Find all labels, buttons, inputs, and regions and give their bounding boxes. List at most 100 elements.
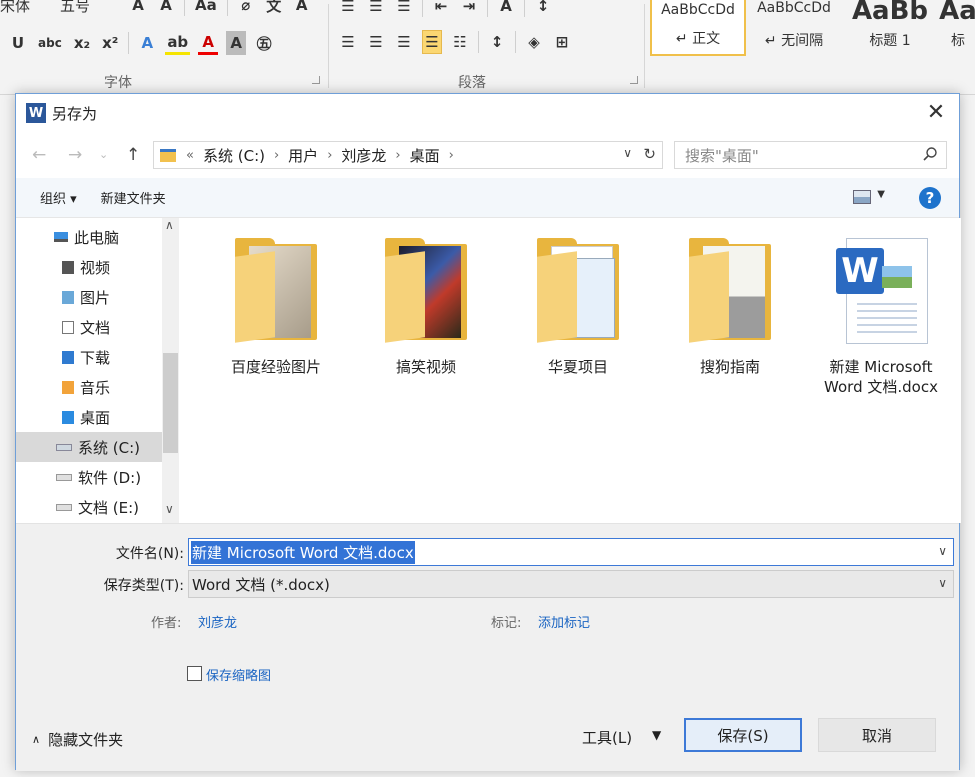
breadcrumb-item[interactable]: 用户 xyxy=(283,145,323,166)
style-normal[interactable]: AaBbCcDd ↵ 正文 xyxy=(650,0,746,56)
char-border-icon[interactable]: A xyxy=(292,0,312,17)
decrease-indent-icon[interactable]: ⇤ xyxy=(431,0,451,18)
align-center-icon[interactable]: ☰ xyxy=(366,30,386,54)
search-icon[interactable] xyxy=(922,146,938,162)
recent-locations-icon[interactable]: ⌄ xyxy=(99,148,108,161)
nav-item-this-pc[interactable]: 此电脑 xyxy=(16,222,164,252)
nav-item-drive-c[interactable]: 系统 (C:) xyxy=(16,432,164,462)
borders-icon[interactable]: ⊞ xyxy=(552,30,572,54)
clear-format-icon[interactable]: ⌀ xyxy=(236,0,256,17)
font-name-box[interactable]: 宋体 xyxy=(0,0,52,16)
nav-item-drive-d[interactable]: 软件 (D:) xyxy=(16,462,164,492)
chevron-down-icon[interactable]: ∨ xyxy=(938,544,947,558)
line-spacing-icon[interactable]: ↕ xyxy=(487,30,507,54)
chinese-layout-icon[interactable]: A xyxy=(496,0,516,18)
bullets-icon[interactable]: ☰ xyxy=(338,0,358,18)
nav-item-desktop[interactable]: 桌面 xyxy=(16,402,164,432)
file-item-folder[interactable]: 华夏项目 xyxy=(513,238,643,377)
increase-indent-icon[interactable]: ⇥ xyxy=(459,0,479,18)
hide-folders-button[interactable]: ∧ 隐藏文件夹 xyxy=(32,729,123,750)
cancel-button[interactable]: 取消 xyxy=(818,718,936,752)
scrollbar-thumb[interactable] xyxy=(163,353,178,453)
underline-icon[interactable]: U xyxy=(8,31,28,55)
grow-font-icon[interactable]: A xyxy=(128,0,148,17)
chevron-right-icon[interactable]: › xyxy=(323,148,336,163)
text-effect-icon[interactable]: A xyxy=(137,31,157,55)
subscript-icon[interactable]: x₂ xyxy=(72,31,92,55)
author-field[interactable]: 刘彦龙 xyxy=(198,612,237,631)
chevron-down-icon[interactable]: ∨ xyxy=(938,576,947,590)
chevron-down-icon[interactable]: ▼ xyxy=(877,189,885,200)
save-button[interactable]: 保存(S) xyxy=(684,718,802,752)
up-arrow-icon[interactable]: ↑ xyxy=(126,145,140,165)
font-color-icon[interactable]: A xyxy=(198,31,219,55)
organize-button[interactable]: 组织 ▾ xyxy=(16,188,89,207)
close-icon[interactable]: ✕ xyxy=(925,102,947,124)
nav-scrollbar[interactable]: ∧ ∨ xyxy=(162,218,179,523)
view-options-icon[interactable] xyxy=(853,190,871,204)
folder-icon xyxy=(231,238,321,343)
nav-item-downloads[interactable]: 下载 xyxy=(16,342,164,372)
nav-item-pictures[interactable]: 图片 xyxy=(16,282,164,312)
distribute-icon[interactable]: ☷ xyxy=(450,30,470,54)
breadcrumb-item[interactable]: 刘彦龙 xyxy=(336,145,391,166)
shrink-font-icon[interactable]: A xyxy=(156,0,176,17)
help-icon[interactable]: ? xyxy=(919,187,941,209)
font-size-box[interactable]: 五号 xyxy=(60,0,120,16)
breadcrumb-overflow[interactable]: « xyxy=(182,148,198,163)
cancel-button-label: 取消 xyxy=(861,726,892,745)
nav-item-documents[interactable]: 文档 xyxy=(16,312,164,342)
nav-item-videos[interactable]: 视频 xyxy=(16,252,164,282)
file-item-folder[interactable]: 百度经验图片 xyxy=(211,238,341,377)
search-input[interactable]: 搜索"桌面" xyxy=(674,141,947,169)
numbering-icon[interactable]: ☰ xyxy=(366,0,386,18)
address-bar[interactable]: « 系统 (C:) › 用户 › 刘彦龙 › 桌面 › ∨ ↻ xyxy=(153,141,663,169)
filetype-select[interactable]: Word 文档 (*.docx) ∨ xyxy=(188,570,954,598)
tools-button[interactable]: 工具(L) xyxy=(582,727,632,748)
tags-field[interactable]: 添加标记 xyxy=(538,612,590,631)
enclose-char-icon[interactable]: ㊄ xyxy=(254,31,274,55)
align-left-icon[interactable]: ☰ xyxy=(338,30,358,54)
chevron-right-icon[interactable]: › xyxy=(270,148,283,163)
align-right-icon[interactable]: ☰ xyxy=(394,30,414,54)
style-no-spacing[interactable]: AaBbCcDd ↵ 无间隔 xyxy=(746,0,842,56)
style-heading-1[interactable]: AaBb 标题 1 xyxy=(842,0,938,56)
nav-item-drive-e[interactable]: 文档 (E:) xyxy=(16,492,164,522)
chevron-down-icon[interactable]: ∨ xyxy=(623,146,632,160)
breadcrumb-item[interactable]: 桌面 xyxy=(405,145,445,166)
file-name: 搜狗指南 xyxy=(699,358,760,376)
font-dialog-launcher-icon[interactable] xyxy=(312,76,320,84)
para-dialog-launcher-icon[interactable] xyxy=(630,76,638,84)
multilevel-icon[interactable]: ☰ xyxy=(394,0,414,18)
nav-item-music[interactable]: 音乐 xyxy=(16,372,164,402)
forward-arrow-icon[interactable]: → xyxy=(68,145,82,165)
breadcrumb-item[interactable]: 系统 (C:) xyxy=(198,145,270,166)
save-thumbnail-label[interactable]: 保存缩略图 xyxy=(206,665,271,684)
char-shading-icon[interactable]: A xyxy=(226,31,247,55)
justify-icon[interactable]: ☰ xyxy=(422,30,442,54)
highlight-icon[interactable]: ab xyxy=(165,31,191,55)
sort-icon[interactable]: ↕ xyxy=(533,0,553,18)
strikethrough-icon[interactable]: abc xyxy=(36,31,64,55)
chevron-down-icon[interactable]: ∨ xyxy=(165,502,174,516)
dialog-titlebar[interactable]: W 另存为 ✕ xyxy=(16,94,959,132)
ribbon-separator xyxy=(422,0,423,17)
caret-down-icon[interactable]: ▼ xyxy=(652,728,661,742)
chevron-right-icon[interactable]: › xyxy=(445,148,458,163)
file-item-folder[interactable]: 搞笑视频 xyxy=(361,238,491,377)
style-heading-2[interactable]: Aa 标 xyxy=(938,0,975,56)
change-case-icon[interactable]: Aa xyxy=(193,0,219,17)
file-item-word-doc[interactable]: W 新建 Microsoft Word 文档.docx xyxy=(816,238,946,397)
back-arrow-icon[interactable]: ← xyxy=(32,145,46,165)
superscript-icon[interactable]: x² xyxy=(100,31,120,55)
new-folder-button[interactable]: 新建文件夹 xyxy=(89,188,178,207)
filename-input[interactable]: 新建 Microsoft Word 文档.docx ∨ xyxy=(188,538,954,566)
phonetic-icon[interactable]: 文 xyxy=(264,0,284,17)
file-item-folder[interactable]: 搜狗指南 xyxy=(665,238,795,377)
save-thumbnail-checkbox[interactable] xyxy=(187,666,202,681)
refresh-icon[interactable]: ↻ xyxy=(643,145,656,163)
chevron-up-icon[interactable]: ∧ xyxy=(165,218,174,232)
filename-value: 新建 Microsoft Word 文档.docx xyxy=(191,540,415,564)
chevron-right-icon[interactable]: › xyxy=(391,148,404,163)
shading-icon[interactable]: ◈ xyxy=(524,30,544,54)
